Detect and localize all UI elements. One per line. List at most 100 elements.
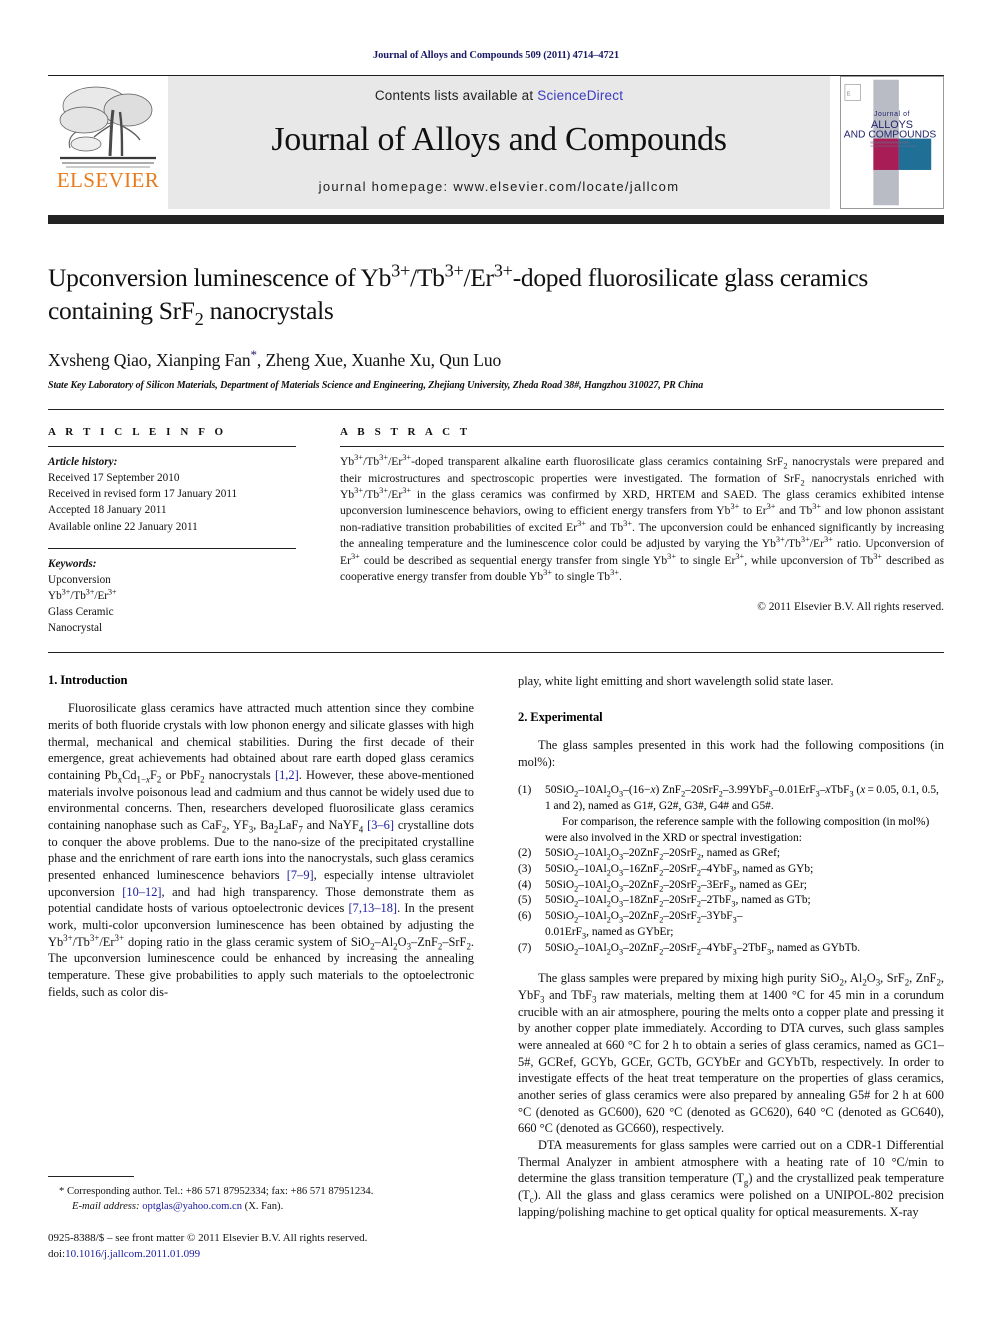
- email-note: E-mail address: optglas@yahoo.com.cn (X.…: [48, 1199, 474, 1214]
- corresponding-author-note: * Corresponding author. Tel.: +86 571 87…: [59, 1186, 374, 1198]
- abstract-copyright: © 2011 Elsevier B.V. All rights reserved…: [757, 600, 944, 613]
- journal-cover-art: E Journal of ALLOYS AND COMPOUNDS: [841, 79, 943, 206]
- title-seg-1: Upconversion luminescence of Yb: [48, 263, 392, 292]
- keywords-rule: [48, 547, 296, 549]
- list-number: (6): [518, 910, 532, 923]
- title-sup-3: 3+: [493, 260, 513, 281]
- article-info-rule: [48, 446, 296, 448]
- list-text: 50SiO2–10Al2O3–16ZnF2–20SrF2–4YbF3, name…: [545, 863, 814, 878]
- history-item: Received 17 September 2010: [48, 472, 180, 485]
- elsevier-wordmark: ELSEVIER: [56, 168, 160, 192]
- citation-ref[interactable]: [7,13–18]: [349, 901, 398, 915]
- email-suffix: (X. Fan).: [242, 1201, 284, 1213]
- contents-line: Contents lists available at ScienceDirec…: [375, 88, 623, 103]
- list-number: (5): [518, 894, 532, 907]
- list-number: (3): [518, 863, 532, 876]
- doi-label: doi:: [48, 1248, 66, 1261]
- title-sup-2: 3+: [444, 260, 464, 281]
- title-seg-3: /Er: [463, 263, 495, 292]
- citation-ref[interactable]: [7–9]: [287, 868, 314, 882]
- list-text: 50SiO2–10Al2O3–18ZnF2–20SrF2–2TbF3, name…: [545, 894, 811, 909]
- article-history-label: Article history:: [48, 456, 118, 469]
- history-item: Received in revised form 17 January 2011: [48, 488, 238, 501]
- keyword-item: Yb3+/Tb3+/Er3+: [48, 587, 117, 602]
- title-seg-5: containing SrF: [48, 295, 195, 325]
- list-item: (2) 50SiO2–10Al2O3–20ZnF2–20SrF2, named …: [518, 846, 944, 862]
- homepage-label: journal homepage:: [318, 178, 449, 194]
- author-names: Xvsheng Qiao, Xianping Fan: [48, 350, 251, 371]
- doi-link[interactable]: 10.1016/j.jallcom.2011.01.099: [65, 1248, 200, 1260]
- list-item: (1) 50SiO2–10Al2O3–(16−x) ZnF2–20SrF2–3.…: [518, 783, 944, 846]
- title-seg-2: /Tb: [410, 263, 445, 292]
- citation-ref[interactable]: [10–12]: [122, 885, 161, 899]
- svg-text:Journal of: Journal of: [874, 111, 910, 118]
- running-head: Journal of Alloys and Compounds 509 (201…: [373, 50, 619, 61]
- article-info-heading: A R T I C L E I N F O: [48, 426, 227, 439]
- svg-text:E: E: [847, 91, 851, 97]
- footnote-zone: * Corresponding author. Tel.: +86 571 87…: [48, 1176, 474, 1263]
- article-info-column: A R T I C L E I N F O Article history: R…: [48, 426, 296, 636]
- journal-masthead: ELSEVIER Contents lists available at Sci…: [48, 76, 944, 209]
- title-bottom-rule: [48, 409, 944, 411]
- title-sup-1: 3+: [391, 260, 411, 281]
- composition-list: (1) 50SiO2–10Al2O3–(16−x) ZnF2–20SrF2–3.…: [518, 783, 944, 956]
- experimental-paragraph-3: DTA measurements for glass samples were …: [518, 1138, 944, 1219]
- list-number: (2): [518, 847, 532, 860]
- page-title: Upconversion luminescence of Yb3+/Tb3+/E…: [48, 260, 944, 329]
- list-item: (3) 50SiO2–10Al2O3–16ZnF2–20SrF2–4YbF3, …: [518, 862, 944, 878]
- issn-block: 0925-8388/$ – see front matter © 2011 El…: [48, 1231, 474, 1263]
- citation-ref[interactable]: [1,2]: [275, 768, 299, 782]
- history-item: Accepted 18 January 2011: [48, 504, 167, 517]
- affiliation: State Key Laboratory of Silicon Material…: [48, 380, 704, 392]
- list-text: 50SiO2–10Al2O3–20ZnF2–20SrF2–3ErF3, name…: [545, 878, 807, 894]
- author-names-rest: , Zheng Xue, Xuanhe Xu, Qun Luo: [256, 350, 502, 371]
- list-item: (6) 50SiO2–10Al2O3–20ZnF2–20SrF2–3YbF3– …: [518, 909, 944, 940]
- intro-continuation: play, white light emitting and short wav…: [518, 674, 834, 689]
- keywords-block: Keywords: Upconversion Yb3+/Tb3+/Er3+ Gl…: [48, 556, 296, 637]
- article-history: Article history: Received 17 September 2…: [48, 454, 296, 535]
- footnote-rule: [48, 1176, 134, 1178]
- left-column: 1. Introduction Fluorosilicate glass cer…: [48, 673, 474, 1263]
- keywords-label: Keywords:: [48, 557, 97, 570]
- abstract-rule: [340, 446, 944, 448]
- journal-cover-thumbnail: E Journal of ALLOYS AND COMPOUNDS: [840, 76, 944, 209]
- list-subtext: 0.01ErF3, named as GYbEr;: [545, 925, 674, 941]
- email-label: E-mail address:: [72, 1201, 140, 1213]
- email-link[interactable]: optglas@yahoo.com.cn: [142, 1201, 242, 1212]
- list-text: 50SiO2–10Al2O3–20ZnF2–20SrF2, named as G…: [545, 847, 781, 862]
- keyword-item: Upconversion: [48, 573, 111, 586]
- masthead-black-bar: [48, 215, 944, 224]
- body-two-columns: 1. Introduction Fluorosilicate glass cer…: [48, 673, 944, 1263]
- list-item: (7) 50SiO2–10Al2O3–20ZnF2–20SrF2–4YbF3–2…: [518, 941, 944, 957]
- list-text: 50SiO2–10Al2O3–20ZnF2–20SrF2–4YbF3–2TbF3…: [545, 941, 861, 956]
- experimental-paragraph-2: The glass samples were prepared by mixin…: [518, 971, 944, 1136]
- keywords-gap: [48, 535, 296, 548]
- section-heading-experimental: 2. Experimental: [518, 710, 603, 724]
- section-heading-introduction: 1. Introduction: [48, 673, 128, 688]
- info-abstract-row: A R T I C L E I N F O Article history: R…: [48, 426, 944, 636]
- contents-prefix: Contents lists available at: [374, 87, 538, 103]
- title-seg-4: -doped fluorosilicate glass ceramics: [512, 263, 869, 292]
- homepage-url[interactable]: www.elsevier.com/locate/jallcom: [453, 179, 679, 194]
- sciencedirect-link[interactable]: ScienceDirect: [537, 88, 623, 103]
- elsevier-tree-icon: [59, 86, 156, 168]
- issn-line: 0925-8388/$ – see front matter © 2011 El…: [48, 1232, 368, 1245]
- citation-ref[interactable]: [3–6]: [367, 818, 394, 832]
- experimental-paragraph-1: The glass samples presented in this work…: [518, 738, 944, 769]
- elsevier-logo: ELSEVIER: [48, 76, 168, 209]
- keyword-item: Glass Ceramic: [48, 606, 114, 619]
- intro-paragraph: Fluorosilicate glass ceramics have attra…: [48, 701, 474, 999]
- list-number: (1): [518, 784, 532, 797]
- journal-banner: Contents lists available at ScienceDirec…: [168, 76, 830, 209]
- journal-title: Journal of Alloys and Compounds: [271, 120, 727, 158]
- abstract-heading: A B S T R A C T: [340, 426, 471, 439]
- title-sub-1: 2: [194, 308, 204, 329]
- list-text: 50SiO2–10Al2O3–20ZnF2–20SrF2–3YbF3–: [545, 910, 743, 925]
- list-number: (4): [518, 878, 532, 891]
- list-text: 50SiO2–10Al2O3–(16−x) ZnF2–20SrF2–3.99Yb…: [545, 784, 939, 813]
- journal-homepage-line: journal homepage: www.elsevier.com/locat…: [319, 179, 680, 194]
- right-column: play, white light emitting and short wav…: [518, 673, 944, 1263]
- keyword-item: Nanocrystal: [48, 622, 103, 635]
- abstract-bottom-rule: [48, 652, 944, 654]
- list-item: (4) 50SiO2–10Al2O3–20ZnF2–20SrF2–3ErF3, …: [518, 878, 944, 894]
